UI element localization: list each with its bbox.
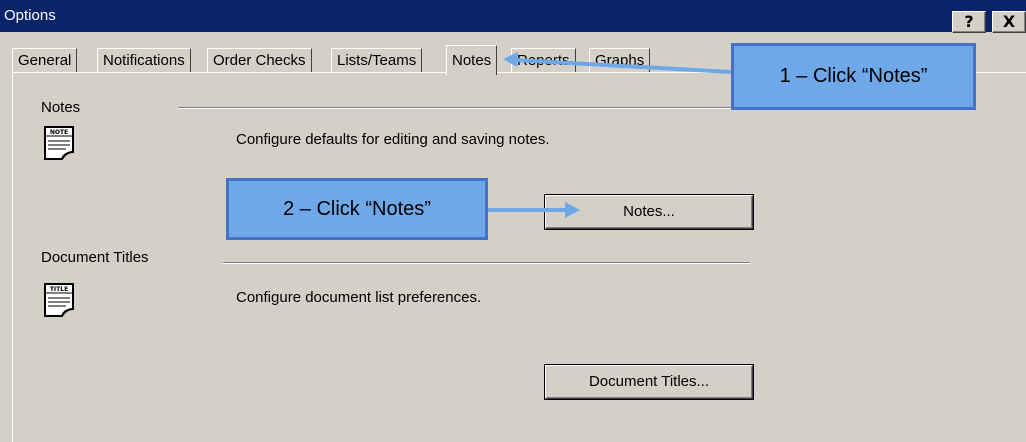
tab-graphs[interactable]: Graphs <box>589 48 651 72</box>
notes-description: Configure defaults for editing and savin… <box>236 131 550 148</box>
title-icon-text: TITLE <box>50 286 68 293</box>
document-titles-button[interactable]: Document Titles... <box>545 365 753 399</box>
notes-tab-panel <box>12 72 1026 442</box>
title-document-icon: TITLE <box>44 283 74 317</box>
notes-separator <box>178 107 752 109</box>
tab-reports[interactable]: Reports <box>511 48 576 72</box>
note-document-icon: NOTE <box>44 126 74 160</box>
title-bar: Options ? X <box>0 0 1026 33</box>
step2-callout: 2 – Click “Notes” <box>226 178 488 240</box>
tab-general[interactable]: General <box>12 48 78 72</box>
notes-section-label: Notes <box>41 99 81 116</box>
tab-notifications[interactable]: Notifications <box>97 48 191 72</box>
document-titles-description: Configure document list preferences. <box>236 289 482 306</box>
close-button[interactable]: X <box>992 11 1026 33</box>
tab-notes[interactable]: Notes <box>446 45 498 75</box>
note-icon-text: NOTE <box>50 129 68 136</box>
tab-order-checks[interactable]: Order Checks <box>207 48 312 72</box>
document-titles-section-label: Document Titles <box>41 249 149 266</box>
tab-lists-teams[interactable]: Lists/Teams <box>331 48 423 72</box>
help-button[interactable]: ? <box>952 11 986 33</box>
notes-button[interactable]: Notes... <box>545 195 753 229</box>
document-titles-separator <box>223 262 750 264</box>
window-title: Options <box>4 7 56 24</box>
step1-callout: 1 – Click “Notes” <box>731 43 976 110</box>
